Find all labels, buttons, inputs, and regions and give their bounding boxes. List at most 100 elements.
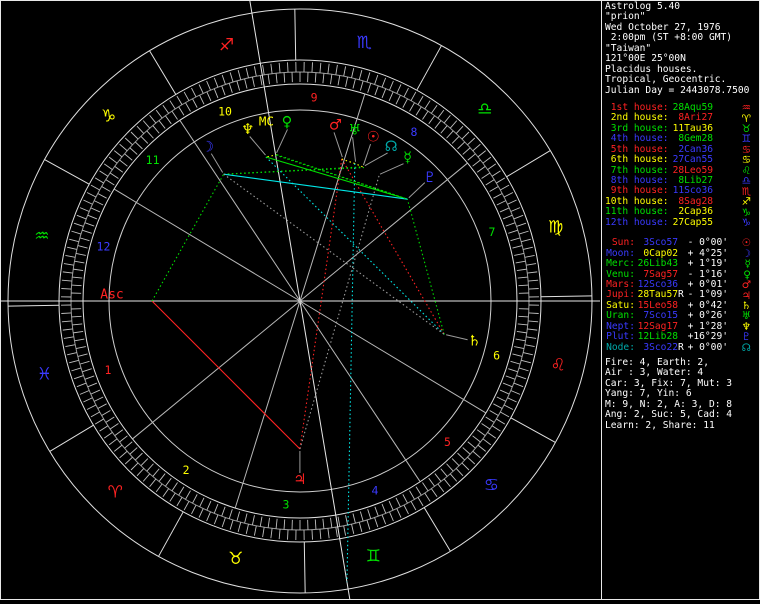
degree-tick (179, 487, 184, 495)
house-number-12: 12 (97, 239, 111, 253)
degree-tick (98, 193, 107, 198)
sign-glyph-virgo: ♍ (548, 218, 563, 238)
degree-tick (214, 504, 218, 513)
degree-tick (444, 479, 450, 487)
degree-tick (389, 92, 393, 101)
planet-position: 12Lib28 (635, 332, 678, 342)
degree-tick (456, 468, 463, 475)
degree-tick (130, 448, 137, 455)
degree-tick (238, 522, 241, 532)
degree-tick (115, 166, 123, 172)
degree-tick (64, 337, 74, 339)
degree-tick (382, 504, 386, 513)
degree-tick (529, 313, 539, 314)
degree-tick (72, 316, 82, 317)
degree-tick (336, 65, 338, 75)
degree-tick (473, 144, 481, 151)
degree-tick (71, 231, 81, 234)
sign-glyph-libra: ♎ (477, 100, 492, 120)
degree-tick (237, 512, 240, 522)
degree-tick (396, 95, 400, 104)
degree-tick (328, 528, 329, 538)
degree-tick (73, 269, 83, 270)
degree-tick (91, 185, 100, 190)
degree-tick (441, 469, 447, 477)
chart-info-sidebar: Astrolog 5.40"prion"Wed October 27, 1976… (601, 0, 760, 600)
degree-tick (336, 527, 338, 537)
astrolog-window: { "colors": { "red": "#ff2222", "green":… (0, 0, 760, 600)
degree-tick (263, 65, 265, 75)
degree-tick (125, 457, 132, 464)
degree-tick (447, 131, 454, 138)
degree-tick (488, 164, 496, 170)
degree-tick (518, 316, 528, 317)
degree-tick (518, 324, 528, 325)
degree-tick (477, 166, 485, 172)
degree-tick (131, 463, 138, 470)
degree-tick (284, 73, 285, 83)
degree-tick (512, 354, 522, 356)
sign-glyph-aquarius: ♒ (34, 227, 49, 247)
degree-tick (141, 136, 148, 143)
degree-tick (268, 74, 269, 84)
degree-tick (367, 520, 370, 530)
degree-tick (456, 126, 463, 133)
degree-tick (511, 361, 521, 364)
zodiac-sign-icon: ♎ (742, 176, 751, 186)
degree-tick (186, 491, 191, 500)
house-number-2: 2 (183, 463, 190, 477)
planet-label: Merc: (605, 259, 635, 269)
degree-tick (95, 419, 104, 424)
degree-tick (486, 180, 494, 185)
degree-tick (462, 463, 469, 470)
planet-glyph-plut: ♇ (423, 170, 436, 186)
aspect-line (152, 301, 300, 449)
degree-tick (191, 88, 196, 97)
degree-tick (397, 509, 401, 518)
degree-tick (425, 101, 430, 109)
degree-tick (526, 337, 536, 339)
degree-tick (85, 376, 94, 379)
degree-tick (276, 519, 277, 529)
degree-tick (431, 105, 437, 113)
degree-tick (114, 445, 122, 451)
sign-boundary-line (8, 305, 59, 306)
natal-chart-wheel: ♈♉♊♋♌♍♎♏♐♑♒♓123456789101112♃♄♇☿☊☉♅♂♀MC♆☽… (0, 0, 600, 600)
degree-tick (207, 512, 211, 521)
degree-tick (397, 84, 401, 93)
degree-tick (76, 253, 86, 255)
degree-tick (165, 478, 171, 486)
degree-tick (514, 383, 523, 387)
angle-axis-line (300, 301, 371, 600)
house-number-4: 4 (371, 484, 378, 498)
degree-tick (80, 361, 90, 364)
sign-glyph-scorpio: ♏ (357, 33, 372, 53)
degree-tick (493, 193, 502, 198)
degree-tick (410, 491, 415, 500)
degree-tick (159, 474, 165, 482)
planet-glyph-sun: ☉ (367, 130, 380, 146)
degree-tick (492, 426, 500, 431)
degree-tick (511, 208, 520, 212)
house-cusp-line (180, 120, 300, 301)
sign-boundary-line (511, 418, 556, 443)
planet-position: 3Sco22 (635, 343, 678, 353)
degree-tick (516, 339, 526, 341)
degree-tick (245, 513, 247, 523)
degree-tick (528, 280, 538, 281)
degree-tick (199, 84, 203, 93)
degree-tick (91, 390, 100, 394)
house-row: 6th house:27Can55♋ (605, 155, 760, 165)
degree-tick (500, 185, 509, 190)
degree-tick (410, 103, 415, 112)
degree-tick (238, 70, 241, 80)
degree-tick (496, 419, 505, 424)
degree-tick (346, 515, 348, 525)
degree-tick (76, 347, 86, 349)
degree-tick (214, 89, 218, 98)
degree-tick (61, 288, 71, 289)
planet-row: Node:3Sco22R+ 0°00'☊ (605, 343, 760, 353)
degree-tick (416, 107, 421, 115)
degree-tick (88, 215, 97, 219)
degree-tick (222, 518, 225, 527)
